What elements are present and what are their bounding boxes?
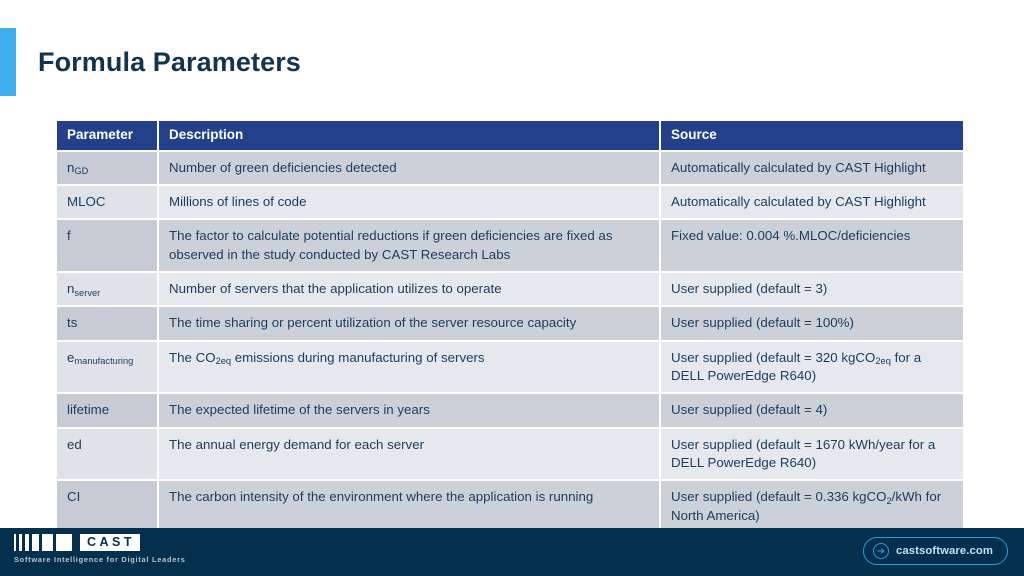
table-row: emanufacturing The CO2eq emissions durin… (57, 340, 963, 395)
column-header-parameter: Parameter (57, 121, 159, 152)
page-title: Formula Parameters (38, 46, 301, 77)
column-header-source: Source (660, 121, 963, 152)
table-row: ts The time sharing or percent utilizati… (57, 306, 963, 342)
table-row: lifetime The expected lifetime of the se… (57, 393, 963, 429)
cell-description: The annual energy demand for each server (158, 427, 661, 482)
cell-source: User supplied (default = 100%) (660, 306, 963, 342)
table-header: Parameter Description Source (57, 121, 963, 152)
description-text-post: emissions during manufacturing of server… (231, 349, 485, 365)
cell-description: Millions of lines of code (158, 184, 661, 221)
column-header-description: Description (158, 121, 661, 152)
cell-description: The carbon intensity of the environment … (158, 480, 661, 533)
logo-wordmark: CAST (80, 534, 141, 551)
formula-parameters-table: Parameter Description Source nGD Number … (57, 121, 963, 533)
cta-label: castsoftware.com (895, 545, 993, 557)
description-text-pre: The CO (169, 349, 216, 365)
cell-source: Automatically calculated by CAST Highlig… (660, 184, 963, 221)
cell-description: The factor to calculate potential reduct… (158, 219, 661, 273)
cell-parameter: CI (57, 480, 159, 533)
cell-description: The CO2eq emissions during manufacturing… (158, 340, 661, 395)
title-accent-bar (0, 28, 16, 96)
table-row: nGD Number of green deficiencies detecte… (57, 150, 963, 186)
cell-description: The time sharing or percent utilization … (158, 306, 661, 342)
cell-source: Fixed value: 0.004 %.MLOC/deficiencies (660, 219, 963, 273)
cell-parameter: lifetime (57, 393, 159, 429)
logo-row: CAST (14, 534, 244, 551)
cell-parameter: ed (57, 427, 159, 482)
cell-parameter: nserver (57, 272, 159, 308)
cell-source: User supplied (default = 4) (660, 393, 963, 429)
arrow-right-circle-icon (872, 543, 889, 559)
table-row: MLOC Millions of lines of code Automatic… (57, 184, 963, 221)
parameter-subscript: server (74, 287, 101, 298)
cell-source: Automatically calculated by CAST Highlig… (660, 150, 963, 186)
cell-parameter: nGD (57, 150, 159, 186)
source-text-pre: User supplied (default = 0.336 kgCO (671, 489, 887, 505)
table-body: nGD Number of green deficiencies detecte… (57, 150, 963, 533)
cell-parameter: f (57, 219, 159, 273)
cell-description: The expected lifetime of the servers in … (158, 393, 661, 429)
parameter-subscript: GD (74, 166, 89, 177)
cell-source: User supplied (default = 3) (660, 272, 963, 308)
cell-description: Number of servers that the application u… (158, 272, 661, 308)
cell-source: User supplied (default = 1670 kWh/year f… (660, 427, 963, 482)
source-text-pre: User supplied (default = 320 kgCO (671, 349, 876, 365)
source-subscript: 2eq (875, 356, 891, 367)
slide-title-block: Formula Parameters (0, 28, 700, 96)
castsoftware-link-button[interactable]: castsoftware.com (862, 537, 1008, 565)
table-row: CI The carbon intensity of the environme… (57, 480, 963, 533)
logo-tagline: Software Intelligence for Digital Leader… (14, 555, 186, 564)
cell-source: User supplied (default = 0.336 kgCO2/kWh… (660, 480, 963, 533)
description-subscript: 2eq (215, 356, 232, 367)
cell-source: User supplied (default = 320 kgCO2eq for… (660, 340, 963, 395)
parameter-subscript: manufacturing (74, 356, 134, 367)
footer-bar: CAST Software Intelligence for Digital L… (0, 528, 1024, 576)
logo-bars-icon (14, 534, 72, 551)
cell-parameter: ts (57, 306, 159, 342)
table-row: ed The annual energy demand for each ser… (57, 427, 963, 482)
table-header-row: Parameter Description Source (57, 121, 963, 152)
table-row: nserver Number of servers that the appli… (57, 272, 963, 308)
source-subscript: 2 (886, 496, 892, 506)
cast-logo: CAST Software Intelligence for Digital L… (14, 534, 244, 570)
table-row: f The factor to calculate potential redu… (57, 219, 963, 273)
cell-description: Number of green deficiencies detected (158, 150, 661, 186)
cell-parameter: MLOC (57, 184, 159, 221)
cell-parameter: emanufacturing (57, 340, 159, 395)
